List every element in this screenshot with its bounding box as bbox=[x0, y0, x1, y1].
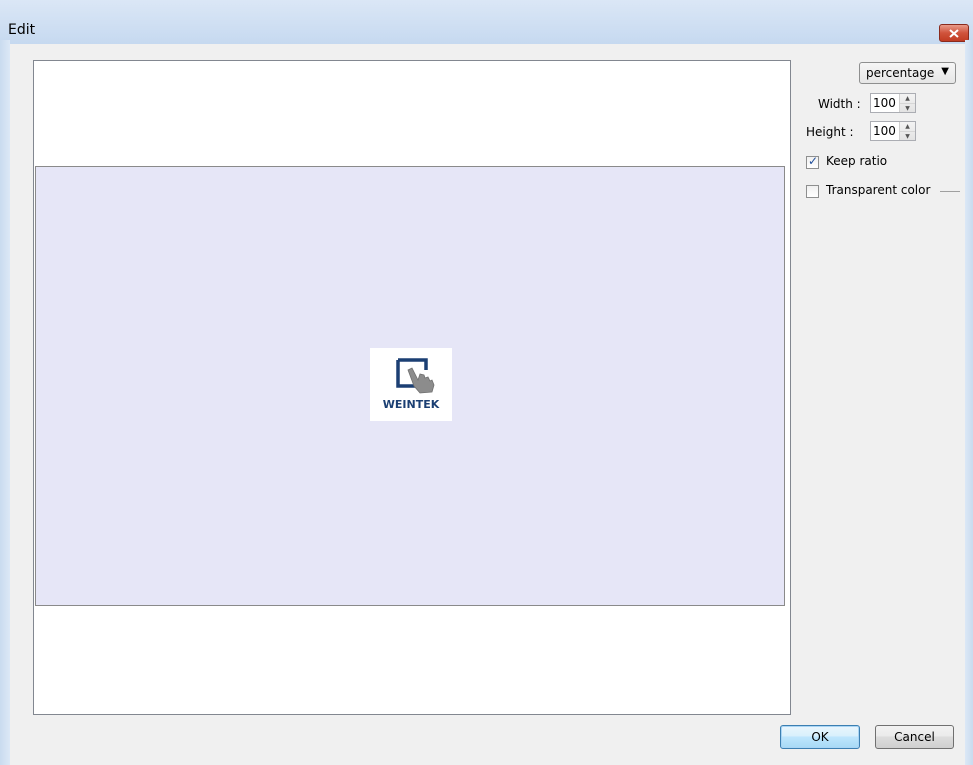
unit-dropdown-value: percentage bbox=[866, 66, 935, 80]
weintek-logo: WEINTEK bbox=[370, 348, 452, 421]
width-decrement-button[interactable]: ▼ bbox=[900, 103, 915, 113]
preview-canvas: WEINTEK bbox=[33, 60, 791, 715]
unit-dropdown[interactable]: percentage ▼ bbox=[859, 62, 956, 84]
transparent-color-swatch[interactable] bbox=[940, 191, 960, 192]
window-frame-right bbox=[965, 40, 973, 765]
transparent-color-checkbox[interactable] bbox=[806, 185, 819, 198]
hand-pointer-logo-icon bbox=[396, 358, 435, 394]
height-spin-buttons: ▲ ▼ bbox=[899, 122, 915, 140]
window-title: Edit bbox=[8, 22, 36, 38]
height-increment-button[interactable]: ▲ bbox=[900, 122, 915, 131]
keep-ratio-checkbox[interactable]: ✓ bbox=[806, 154, 819, 169]
height-spinner[interactable]: ▲ ▼ bbox=[870, 121, 916, 141]
cancel-button[interactable]: Cancel bbox=[875, 725, 954, 749]
width-spin-buttons: ▲ ▼ bbox=[899, 94, 915, 112]
size-options-panel: percentage ▼ Width : ▲ ▼ Height : ▲ ▼ bbox=[804, 60, 964, 260]
width-input[interactable] bbox=[873, 96, 897, 110]
logo-text: WEINTEK bbox=[382, 398, 440, 411]
chevron-down-icon: ▼ bbox=[941, 66, 949, 77]
window-frame-left bbox=[0, 40, 10, 765]
keep-ratio-label[interactable]: Keep ratio bbox=[826, 154, 887, 168]
width-label: Width : bbox=[818, 97, 861, 111]
width-spinner[interactable]: ▲ ▼ bbox=[870, 93, 916, 113]
title-bar: Edit bbox=[0, 0, 973, 44]
height-decrement-button[interactable]: ▼ bbox=[900, 131, 915, 141]
ok-button[interactable]: OK bbox=[780, 725, 860, 749]
transparent-color-label[interactable]: Transparent color bbox=[826, 183, 930, 197]
dialog-client-area: WEINTEK percentage ▼ Width : ▲ ▼ Height … bbox=[10, 44, 965, 765]
height-input[interactable] bbox=[873, 124, 897, 138]
height-label: Height : bbox=[806, 125, 854, 139]
edit-dialog: Edit WEINTEK percentage ▼ Width: 100 ▲ … bbox=[0, 0, 973, 765]
width-increment-button[interactable]: ▲ bbox=[900, 94, 915, 103]
checkmark-icon: ✓ bbox=[808, 154, 819, 168]
close-icon bbox=[949, 28, 959, 38]
image-preview-area[interactable]: WEINTEK bbox=[35, 166, 785, 606]
